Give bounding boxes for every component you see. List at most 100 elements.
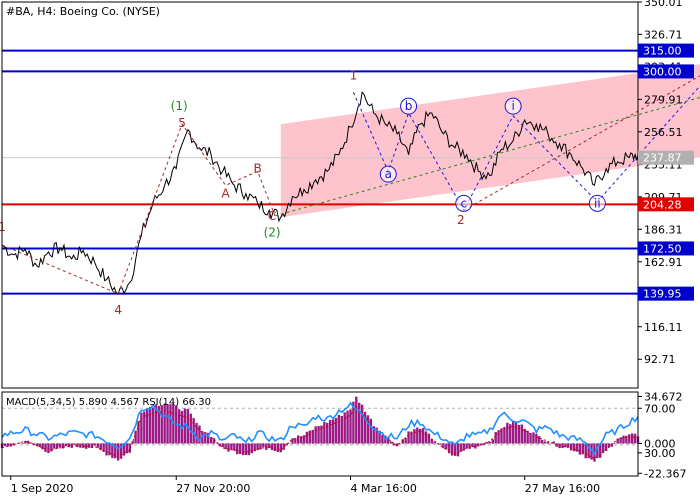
current-price-text: 237.87 xyxy=(643,152,682,165)
indicator-label: MACD(5,34,5) 5.890 4.567 RSI(14) 66.30 xyxy=(6,397,211,408)
macd-bar xyxy=(222,443,224,447)
wave-label-0: 1 xyxy=(0,220,6,234)
price-tick-label: 92.71 xyxy=(644,353,676,366)
macd-bar xyxy=(486,442,488,443)
wave-label-14: ii xyxy=(594,196,601,210)
macd-bar xyxy=(524,429,526,444)
macd-bar xyxy=(329,420,331,444)
level-tag-text: 315.00 xyxy=(643,45,682,58)
macd-bar xyxy=(521,424,523,443)
macd-bar xyxy=(451,443,453,455)
wave-label-1: 4 xyxy=(114,303,122,317)
macd-bar xyxy=(105,443,107,455)
level-tag-text: 300.00 xyxy=(643,65,682,78)
level-tag-text: 172.50 xyxy=(643,242,682,255)
indicator-tick-label: 70.00 xyxy=(644,402,676,415)
macd-bar xyxy=(532,432,534,443)
macd-bar xyxy=(50,443,52,451)
x-tick-label: 4 Mar 16:00 xyxy=(350,482,416,495)
level-tag-text: 204.28 xyxy=(643,198,682,211)
macd-bar xyxy=(393,443,395,445)
macd-bar xyxy=(570,443,572,450)
macd-bar xyxy=(242,443,244,455)
wave-label-9: b xyxy=(405,99,413,113)
macd-bar xyxy=(483,443,485,445)
macd-bar xyxy=(280,443,282,452)
macd-bar xyxy=(370,419,372,444)
macd-bar xyxy=(262,443,264,447)
symbol-label: #BA, H4: Boeing Co. (NYSE) xyxy=(6,5,160,18)
macd-bar xyxy=(192,418,194,443)
wave-label-2: (1) xyxy=(171,99,188,113)
macd-bar xyxy=(573,443,575,451)
macd-bar xyxy=(149,407,151,443)
macd-bar xyxy=(44,443,46,451)
macd-bar xyxy=(297,435,299,443)
wave-label-8: 1 xyxy=(350,69,358,83)
macd-bar xyxy=(622,436,624,444)
macd-bar xyxy=(442,443,444,448)
macd-bar xyxy=(512,421,514,444)
macd-bar xyxy=(457,443,459,456)
macd-bar xyxy=(161,405,163,443)
macd-bar xyxy=(416,428,418,444)
macd-bar xyxy=(236,443,238,454)
macd-bar xyxy=(73,443,75,444)
macd-bar xyxy=(62,443,64,448)
price-tick-label: 279.91 xyxy=(644,93,683,106)
wave-label-5: B xyxy=(253,162,261,176)
price-tick-label: 350.01 xyxy=(644,0,683,9)
macd-bar xyxy=(248,443,250,455)
macd-bar xyxy=(628,434,630,443)
macd-bar xyxy=(53,443,55,448)
macd-bar xyxy=(541,440,543,443)
macd-bar xyxy=(245,443,247,455)
macd-bar xyxy=(4,443,6,446)
macd-bar xyxy=(163,404,165,444)
macd-bar xyxy=(535,434,537,444)
wave-label-7: (2) xyxy=(264,225,281,239)
macd-bar xyxy=(614,443,616,444)
macd-bar xyxy=(579,443,581,454)
macd-bar xyxy=(634,434,636,444)
macd-bar xyxy=(76,443,78,447)
macd-bar xyxy=(314,426,316,443)
macd-bar xyxy=(306,432,308,444)
price-tick-label: 186.31 xyxy=(644,223,683,236)
macd-bar xyxy=(526,431,528,444)
chart-root: 14(1)5ABC(2)1bac2iiiiiiivv3 350.01326.71… xyxy=(0,0,700,500)
macd-bar xyxy=(494,432,496,443)
x-tick-label: 27 May 16:00 xyxy=(525,482,600,495)
macd-bar xyxy=(468,443,470,448)
price-tick-label: 326.71 xyxy=(644,28,683,41)
price-tick-label: 256.51 xyxy=(644,126,683,139)
price-tick-label: 116.11 xyxy=(644,321,683,334)
macd-bar xyxy=(448,443,450,453)
macd-bar xyxy=(428,434,430,444)
wave-label-12: 2 xyxy=(457,213,465,227)
macd-bar xyxy=(277,443,279,452)
macd-bar xyxy=(576,443,578,451)
macd-bar xyxy=(413,429,415,443)
wave-label-3: 5 xyxy=(178,116,186,130)
macd-bar xyxy=(518,425,520,444)
macd-bar xyxy=(497,430,499,443)
macd-bar xyxy=(439,443,441,444)
macd-bar xyxy=(338,415,340,444)
macd-bar xyxy=(126,443,128,453)
macd-bar xyxy=(343,412,345,443)
macd-bar xyxy=(41,443,43,449)
wave-label-6: C xyxy=(268,209,276,223)
level-tag-text: 139.95 xyxy=(643,288,682,301)
wave-label-10: a xyxy=(385,167,392,181)
macd-bar xyxy=(65,443,67,446)
macd-bar xyxy=(544,441,546,443)
macd-bar xyxy=(227,443,229,451)
macd-bar xyxy=(166,404,168,443)
macd-bar xyxy=(88,443,90,447)
macd-bar xyxy=(94,443,96,445)
macd-bar xyxy=(117,443,119,460)
macd-bar xyxy=(274,443,276,451)
indicator-tick-label: -22.367 xyxy=(644,467,686,480)
macd-bar xyxy=(529,433,531,443)
